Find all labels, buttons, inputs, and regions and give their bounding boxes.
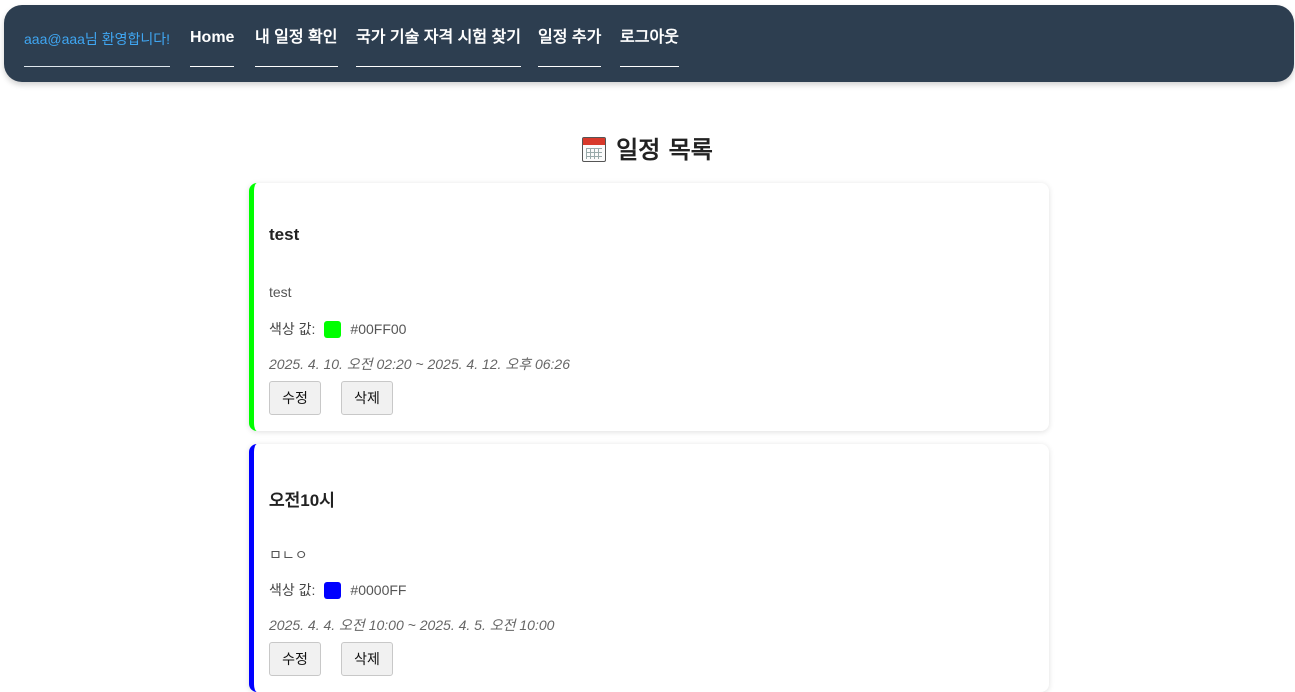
- page-title: 일정 목록: [0, 130, 1295, 165]
- color-swatch: [324, 581, 342, 599]
- schedule-description: test: [269, 284, 292, 300]
- color-hex: #0000FF: [350, 582, 407, 598]
- delete-button[interactable]: 삭제: [341, 642, 393, 676]
- schedule-card: 오전10시 ㅁㄴㅇ 색상 값: #0000FF 2025. 4. 4. 오전 1…: [249, 444, 1049, 692]
- nav-logout[interactable]: 로그아웃: [620, 27, 679, 67]
- edit-button[interactable]: 수정: [269, 642, 321, 676]
- nav-my-schedule[interactable]: 내 일정 확인: [255, 27, 338, 67]
- color-row: 색상 값: #0000FF: [269, 580, 406, 600]
- color-hex: #00FF00: [350, 321, 407, 337]
- color-row: 색상 값: #00FF00: [269, 319, 406, 339]
- schedule-title: test: [269, 225, 300, 244]
- schedule-description: ㅁㄴㅇ: [269, 547, 308, 563]
- schedule-title: 오전10시: [269, 491, 335, 510]
- nav-add-schedule[interactable]: 일정 추가: [538, 27, 602, 67]
- schedule-period: 2025. 4. 4. 오전 10:00 ~ 2025. 4. 5. 오전 10…: [269, 617, 555, 633]
- color-label: 색상 값:: [269, 321, 316, 337]
- color-swatch: [324, 320, 342, 338]
- delete-button[interactable]: 삭제: [341, 381, 393, 415]
- calendar-icon: [582, 137, 607, 162]
- page-title-text: 일정 목록: [616, 136, 713, 164]
- navbar: aaa@aaa님 환영합니다! Home 내 일정 확인 국가 기술 자격 시험…: [4, 5, 1294, 82]
- color-label: 색상 값:: [269, 582, 316, 598]
- schedule-card: test test 색상 값: #00FF00 2025. 4. 10. 오전 …: [249, 183, 1049, 431]
- nav-home[interactable]: Home: [190, 27, 235, 67]
- edit-button[interactable]: 수정: [269, 381, 321, 415]
- schedule-period: 2025. 4. 10. 오전 02:20 ~ 2025. 4. 12. 오후 …: [269, 356, 571, 372]
- welcome-link[interactable]: aaa@aaa님 환영합니다!: [24, 27, 170, 67]
- nav-find-exams[interactable]: 국가 기술 자격 시험 찾기: [356, 27, 521, 67]
